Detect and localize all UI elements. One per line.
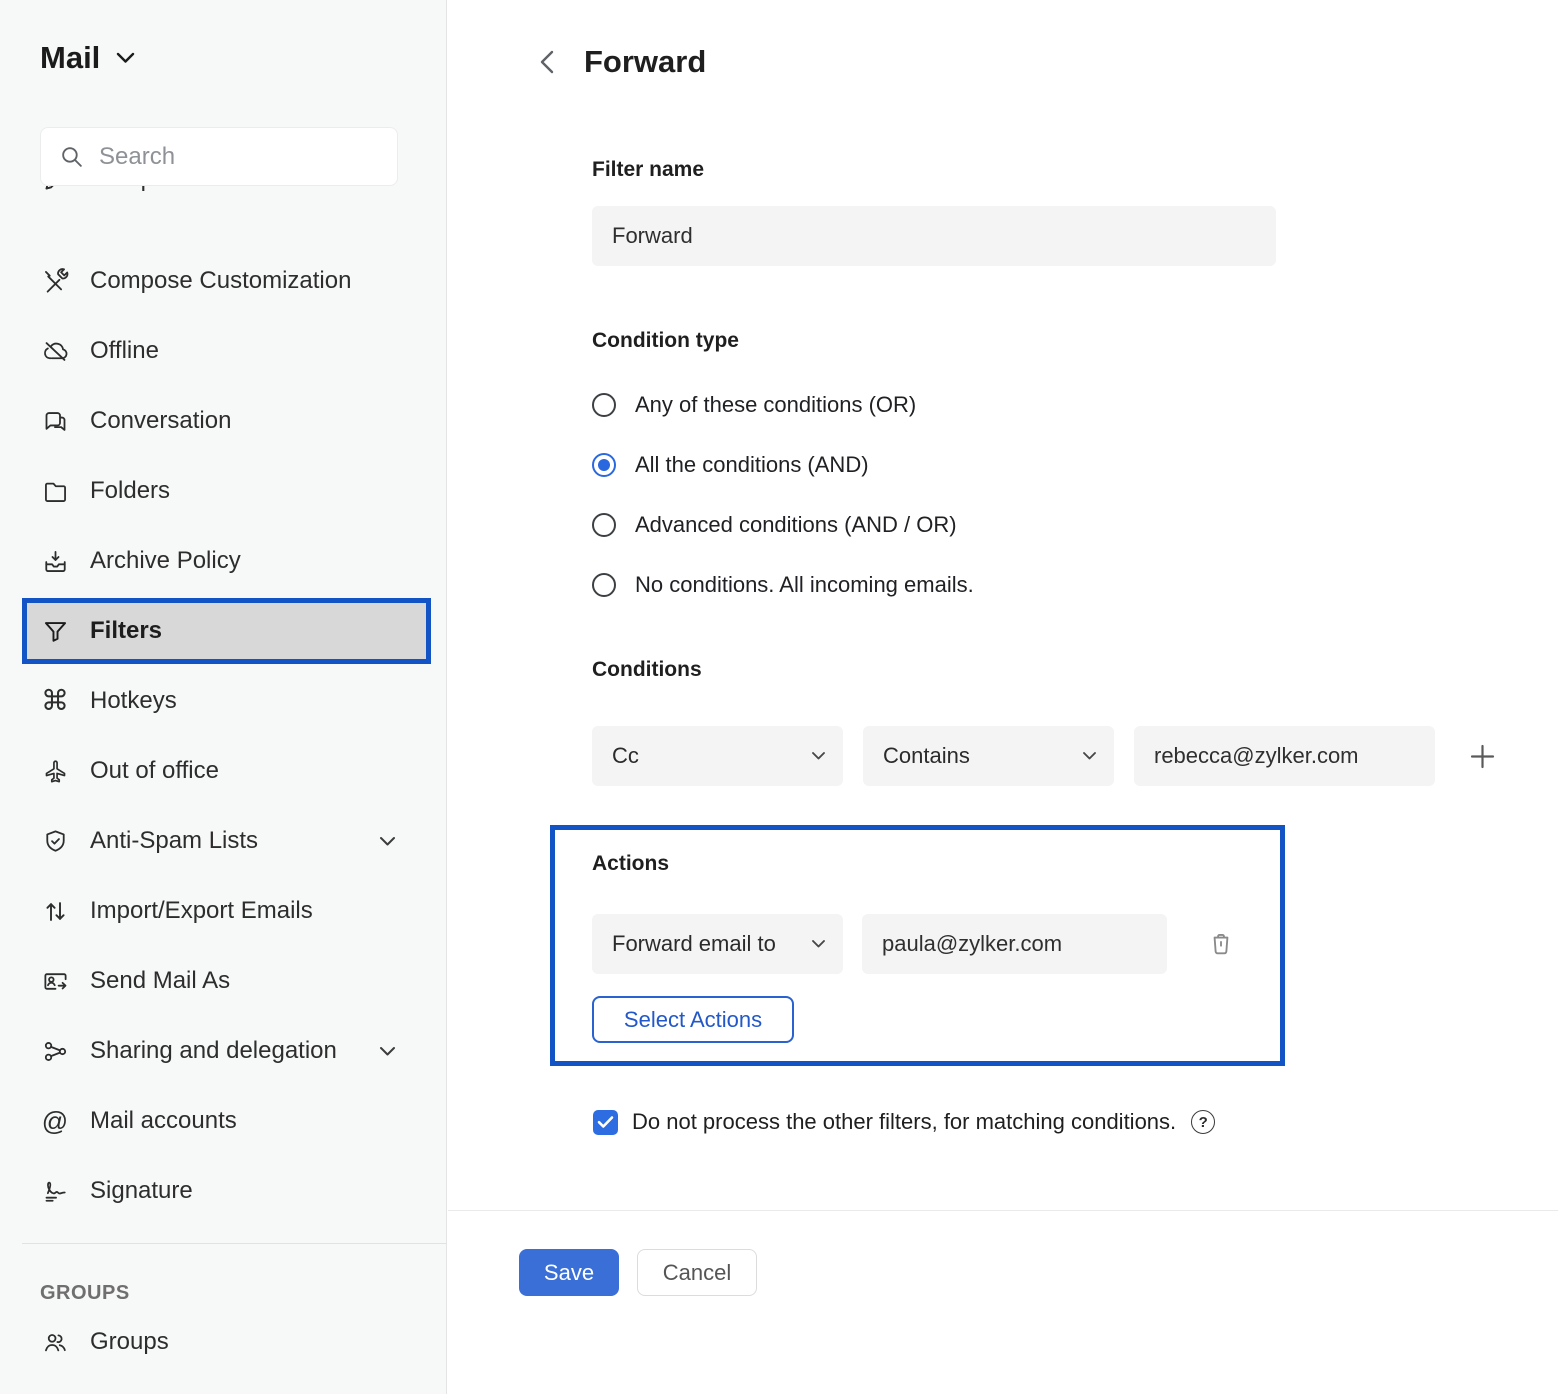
sidebar-item-signature[interactable]: Signature [0, 1156, 446, 1226]
radio-unchecked-icon[interactable] [592, 573, 616, 597]
arrows-up-down-icon [40, 896, 70, 926]
app-switcher[interactable]: Mail [40, 40, 135, 76]
sidebar-item-label: Import/Export Emails [90, 897, 313, 925]
radio-option-no-conditions[interactable]: No conditions. All incoming emails. [592, 555, 974, 615]
chevron-down-icon [811, 939, 826, 949]
condition-operator-select[interactable]: Contains [863, 726, 1114, 786]
sidebar-item-label: Filters [90, 617, 162, 645]
condition-row: Cc Contains [592, 726, 1496, 786]
condition-value-input[interactable] [1134, 726, 1435, 786]
chevron-down-icon [1082, 751, 1097, 761]
sidebar-item-label: Folders [90, 477, 170, 505]
share-nodes-icon [40, 1036, 70, 1066]
radio-unchecked-icon[interactable] [592, 393, 616, 417]
people-icon [40, 1327, 70, 1357]
search-icon [59, 144, 84, 169]
conditions-label: Conditions [592, 658, 702, 682]
sidebar-item-label: Conversation [90, 407, 231, 435]
chevron-down-icon [811, 751, 826, 761]
search-placeholder: Search [99, 143, 175, 171]
archive-icon [40, 546, 70, 576]
action-value-input[interactable] [862, 914, 1167, 974]
page-title: Forward [584, 44, 706, 80]
filter-name-input[interactable] [592, 206, 1276, 266]
sidebar-item-label: Signature [90, 1177, 193, 1205]
sidebar-item-out-of-office[interactable]: Out of office [0, 736, 446, 806]
select-actions-button[interactable]: Select Actions [592, 996, 794, 1043]
radio-option-all-and[interactable]: All the conditions (AND) [592, 435, 974, 495]
shield-check-icon [40, 826, 70, 856]
sidebar-item-mail-accounts[interactable]: @ Mail accounts [0, 1086, 446, 1156]
footer-divider [448, 1210, 1558, 1211]
sidebar-item-send-mail-as[interactable]: Send Mail As [0, 946, 446, 1016]
groups-section-header: GROUPS [0, 1244, 446, 1305]
sidebar-item-label: Archive Policy [90, 547, 241, 575]
actions-panel: Actions Forward email to Select Actions [550, 825, 1285, 1066]
sidebar-item-label: Compose Customization [90, 267, 351, 295]
radio-checked-icon[interactable] [592, 453, 616, 477]
radio-option-any-or[interactable]: Any of these conditions (OR) [592, 375, 974, 435]
stop-processing-label: Do not process the other filters, for ma… [632, 1109, 1176, 1135]
radio-unchecked-icon[interactable] [592, 513, 616, 537]
chevron-down-icon [116, 52, 135, 64]
sidebar-item-label: Send Mail As [90, 967, 230, 995]
search-input[interactable]: Search [40, 127, 398, 186]
command-icon: ⌘ [40, 686, 70, 716]
sidebar-item-label: Anti-Spam Lists [90, 827, 258, 855]
sidebar-item-archive-policy[interactable]: Archive Policy [0, 526, 446, 596]
signature-icon [40, 1176, 70, 1206]
sidebar-nav: Compose Customization Offline Conversati… [0, 246, 446, 1379]
sidebar-item-import-export-emails[interactable]: Import/Export Emails [0, 876, 446, 946]
pencil-icon [40, 186, 70, 194]
sidebar-item-offline[interactable]: Offline [0, 316, 446, 386]
delete-action-button[interactable] [1207, 930, 1235, 958]
chevron-down-icon[interactable] [372, 826, 402, 856]
sidebar-item-label: Out of office [90, 757, 219, 785]
condition-type-label: Condition type [592, 329, 739, 353]
sidebar-item-folders[interactable]: Folders [0, 456, 446, 526]
filter-detail-page: Forward Filter name Condition type Any o… [448, 0, 1558, 1394]
radio-option-advanced[interactable]: Advanced conditions (AND / OR) [592, 495, 974, 555]
chat-bubbles-icon [40, 406, 70, 436]
chevron-down-icon[interactable] [372, 1036, 402, 1066]
help-icon[interactable]: ? [1191, 1110, 1215, 1134]
checkbox-checked-icon[interactable] [593, 1110, 618, 1135]
airplane-icon [40, 756, 70, 786]
cancel-button[interactable]: Cancel [637, 1249, 757, 1296]
sidebar-item-label: Sharing and delegation [90, 1037, 337, 1065]
send-as-card-icon [40, 966, 70, 996]
condition-type-radio-group: Any of these conditions (OR) All the con… [592, 375, 974, 615]
tools-icon [40, 266, 70, 296]
stop-processing-row: Do not process the other filters, for ma… [593, 1100, 1215, 1144]
sidebar-item-hotkeys[interactable]: ⌘ Hotkeys [0, 666, 446, 736]
sidebar-item-label: Compose [90, 186, 193, 193]
filter-funnel-icon [40, 616, 70, 646]
condition-field-select[interactable]: Cc [592, 726, 843, 786]
sidebar-item-filters[interactable]: Filters [22, 598, 431, 664]
action-type-select[interactable]: Forward email to [592, 914, 843, 974]
sidebar-item-conversation[interactable]: Conversation [0, 386, 446, 456]
sidebar-item-label: Hotkeys [90, 687, 177, 715]
folder-icon [40, 476, 70, 506]
sidebar-item-compose-customization[interactable]: Compose Customization [0, 246, 446, 316]
cloud-off-icon [40, 336, 70, 366]
sidebar-item-label: Offline [90, 337, 159, 365]
sidebar-item-compose-clipped[interactable]: Compose [0, 186, 446, 213]
sidebar-item-sharing-and-delegation[interactable]: Sharing and delegation [0, 1016, 446, 1086]
add-condition-button[interactable] [1469, 743, 1496, 770]
sidebar-item-groups[interactable]: Groups [0, 1305, 446, 1379]
sidebar-item-label: Mail accounts [90, 1107, 237, 1135]
actions-label: Actions [592, 852, 669, 876]
sidebar-item-anti-spam-lists[interactable]: Anti-Spam Lists [0, 806, 446, 876]
back-button[interactable] [536, 48, 560, 76]
filter-name-label: Filter name [592, 158, 704, 182]
settings-sidebar: Mail Search Compose Compose Customizatio… [0, 0, 447, 1394]
sidebar-item-label: Groups [90, 1328, 169, 1356]
action-row: Forward email to [592, 914, 1235, 974]
app-title: Mail [40, 40, 100, 76]
at-sign-icon: @ [40, 1106, 70, 1136]
save-button[interactable]: Save [519, 1249, 619, 1296]
